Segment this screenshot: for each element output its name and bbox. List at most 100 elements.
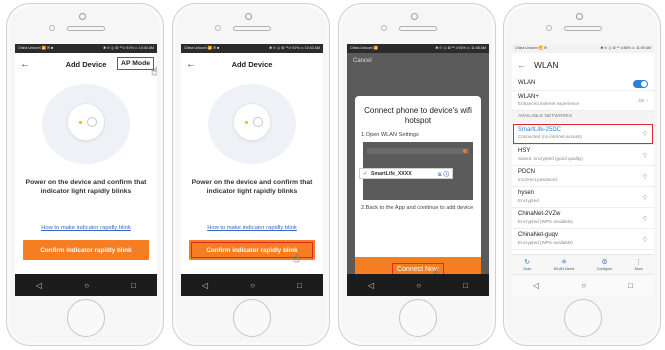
- network-status: Incorrect password: [518, 176, 557, 182]
- wlan-plus-row[interactable]: WLAN+ Enhanced internet experience On ›: [512, 91, 654, 111]
- screen-add-device-confirm: China Unicom 📶 ✉ ■ ✱ ⊙ ◎ ⚙ ⁴⁶.ıl 91% ▭ 1…: [181, 44, 323, 296]
- help-link[interactable]: How to make indicator rapidly blink: [181, 225, 323, 231]
- cancel-button[interactable]: Cancel: [353, 58, 372, 64]
- wlan-direct-button[interactable]: ✳ WLAN Direct: [554, 259, 575, 271]
- ap-mode-button[interactable]: AP Mode: [117, 57, 154, 70]
- network-name: hysen: [518, 190, 535, 197]
- wlan-plus-label: WLAN+: [518, 93, 539, 100]
- status-left: China Unicom 📶 ✉: [515, 46, 548, 50]
- front-camera: [576, 13, 583, 20]
- nav-bar: ◁ ○ □: [347, 274, 489, 296]
- home-circle-icon[interactable]: ○: [416, 281, 421, 290]
- power-button-icon: [87, 117, 97, 127]
- indicator-light-icon: [245, 121, 248, 124]
- home-button[interactable]: [564, 299, 602, 337]
- status-bar: China Unicom 📶 ✉ ■ ✱ ⊙ ◎ ⚙ ⁴⁶.ıl 91% ▭ 1…: [15, 44, 157, 53]
- wlan-header: ← WLAN: [512, 53, 654, 77]
- power-button-icon: [253, 117, 263, 127]
- wlan-direct-icon: ✳: [561, 258, 567, 266]
- home-circle-icon[interactable]: ○: [250, 281, 255, 290]
- status-right: ✱ ⊙ ◎ ⚙ ⁴⁶.ıl 86% ▭ 11:09 AM: [600, 46, 651, 50]
- instruction-text: Power on the device and confirm that ind…: [191, 179, 313, 195]
- recents-square-icon[interactable]: □: [628, 281, 633, 290]
- device-icon: [67, 103, 105, 141]
- step-2-text: 2.Back to the App and continue to add de…: [361, 205, 474, 211]
- wlan-toolbar: ↻ Scan ✳ WLAN Direct ⚙ Configure ⋮ More: [512, 254, 654, 274]
- ssid-example: ✓ SmartLife_XXXX ≋ ⓘ: [359, 168, 453, 179]
- network-name: HSY: [518, 148, 531, 155]
- instruction-text: Power on the device and confirm that ind…: [25, 179, 147, 195]
- status-bar: China Unicom 📶 ✉ ✱ ⊙ ◎ ⚙ ⁴⁶.ıl 86% ▭ 11:…: [512, 44, 654, 53]
- page-title: Add Device: [231, 59, 273, 69]
- wifi-lock-icon: ⌔: [641, 215, 648, 223]
- ssid-label: SmartLife_XXXX: [371, 170, 412, 177]
- chevron-right-icon: ›: [646, 97, 648, 103]
- network-row[interactable]: HSY Saved, encrypted (good quality) ⌔: [512, 145, 654, 166]
- status-left: China Unicom 📶 ✉ ■: [18, 46, 54, 50]
- status-left: China Unicom 📶 ✉ ■: [184, 46, 220, 50]
- phone-frame-3: China Unicom 📶 ✱ ⊙ ◎ ⚙ ⁴⁶.ıl 91% ▭ 11:08…: [338, 3, 496, 346]
- network-row[interactable]: ChinaNet-2VZw Encrypted (WPS available) …: [512, 208, 654, 229]
- earpiece-speaker: [399, 26, 437, 31]
- network-status: Connected (no internet access): [518, 134, 582, 140]
- help-link[interactable]: How to make indicator rapidly blink: [15, 225, 157, 231]
- phone-frame-4: China Unicom 📶 ✉ ✱ ⊙ ◎ ⚙ ⁴⁶.ıl 86% ▭ 11:…: [503, 3, 661, 346]
- back-arrow-icon[interactable]: ←: [20, 59, 34, 70]
- checkmark-icon: ✓: [363, 171, 369, 177]
- earpiece-speaker: [67, 26, 105, 31]
- back-arrow-icon[interactable]: ←: [186, 59, 200, 70]
- network-name: ChinaNet-2VZw: [518, 211, 561, 218]
- step-1-text: 1.Open WLAN Settings: [361, 132, 419, 138]
- wlan-toggle[interactable]: [633, 79, 648, 88]
- wifi-signal-icon: ⌔: [641, 131, 648, 138]
- back-triangle-icon[interactable]: ◁: [36, 281, 42, 290]
- nav-bar: ◁ ○ □: [181, 274, 323, 296]
- recents-square-icon[interactable]: □: [131, 281, 136, 290]
- device-illustration: [208, 84, 296, 164]
- status-right: ✱ ⊙ ◎ ⚙ ⁴⁶.ıl 91% ▭ 11:08 AM: [435, 46, 486, 50]
- wlan-plus-sub: Enhanced internet experience: [518, 101, 580, 107]
- nav-bar: ◁ ○ □: [15, 274, 157, 296]
- phone-frame-1: China Unicom 📶 ✉ ■ ✱ ⊙ ◎ ⚙ ⁴⁶.ıl 91% ▭ 1…: [6, 3, 164, 346]
- home-circle-icon[interactable]: ○: [581, 281, 586, 290]
- configure-button[interactable]: ⚙ Configure: [597, 259, 613, 271]
- back-triangle-icon[interactable]: ◁: [202, 281, 208, 290]
- more-button[interactable]: ⋮ More: [635, 259, 643, 271]
- scan-button[interactable]: ↻ Scan: [523, 259, 531, 271]
- confirm-button[interactable]: Confirm indicator rapidly blink: [23, 240, 149, 260]
- back-arrow-icon[interactable]: ←: [517, 60, 526, 70]
- device-illustration: [42, 84, 130, 164]
- app-bar: ← Add Device AP Mode ☝: [15, 53, 157, 78]
- wlan-plus-value: On: [638, 97, 645, 103]
- network-row[interactable]: SmartLife-25DC Connected (no internet ac…: [512, 123, 654, 145]
- wlan-toggle-row[interactable]: WLAN: [512, 77, 654, 91]
- wifi-lock-icon: ⌔: [641, 236, 648, 244]
- status-right: ✱ ⊙ ◎ ⚙ ⁴⁶.ıl 91% ▭ 10:43 AM: [269, 46, 320, 50]
- section-header: AVAILABLE NETWORKS: [512, 111, 654, 123]
- earpiece-speaker: [233, 26, 271, 31]
- recents-square-icon[interactable]: □: [297, 281, 302, 290]
- network-row[interactable]: ChinaNet-guqv Encrypted (WPS available) …: [512, 229, 654, 250]
- status-right: ✱ ⊙ ◎ ⚙ ⁴⁶.ıl 91% ▭ 10:40 AM: [103, 46, 154, 50]
- wifi-lock-icon: ⌔: [641, 194, 648, 202]
- earpiece-speaker: [564, 26, 602, 31]
- back-triangle-icon[interactable]: ◁: [533, 281, 539, 290]
- preview-wlan-bar: [367, 148, 469, 154]
- preview-toggle-icon: [463, 149, 467, 153]
- status-left: China Unicom 📶: [350, 46, 379, 50]
- nav-bar: ◁ ○ □: [512, 274, 654, 296]
- network-name: PDCN: [518, 169, 536, 176]
- proximity-sensor: [381, 25, 387, 31]
- screen-add-device: China Unicom 📶 ✉ ■ ✱ ⊙ ◎ ⚙ ⁴⁶.ıl 91% ▭ 1…: [15, 44, 157, 296]
- home-button[interactable]: [67, 299, 105, 337]
- wifi-info-icon: ≋ ⓘ: [437, 171, 449, 178]
- device-icon: [233, 103, 271, 141]
- home-button[interactable]: [399, 299, 437, 337]
- home-button[interactable]: [233, 299, 271, 337]
- network-row[interactable]: hysen Encrypted ⌔: [512, 187, 654, 208]
- wlan-settings-preview: ✓ SmartLife_XXXX ≋ ⓘ: [359, 142, 473, 200]
- back-triangle-icon[interactable]: ◁: [368, 281, 374, 290]
- recents-square-icon[interactable]: □: [463, 281, 468, 290]
- network-row[interactable]: PDCN Incorrect password ⌔: [512, 166, 654, 187]
- home-circle-icon[interactable]: ○: [84, 281, 89, 290]
